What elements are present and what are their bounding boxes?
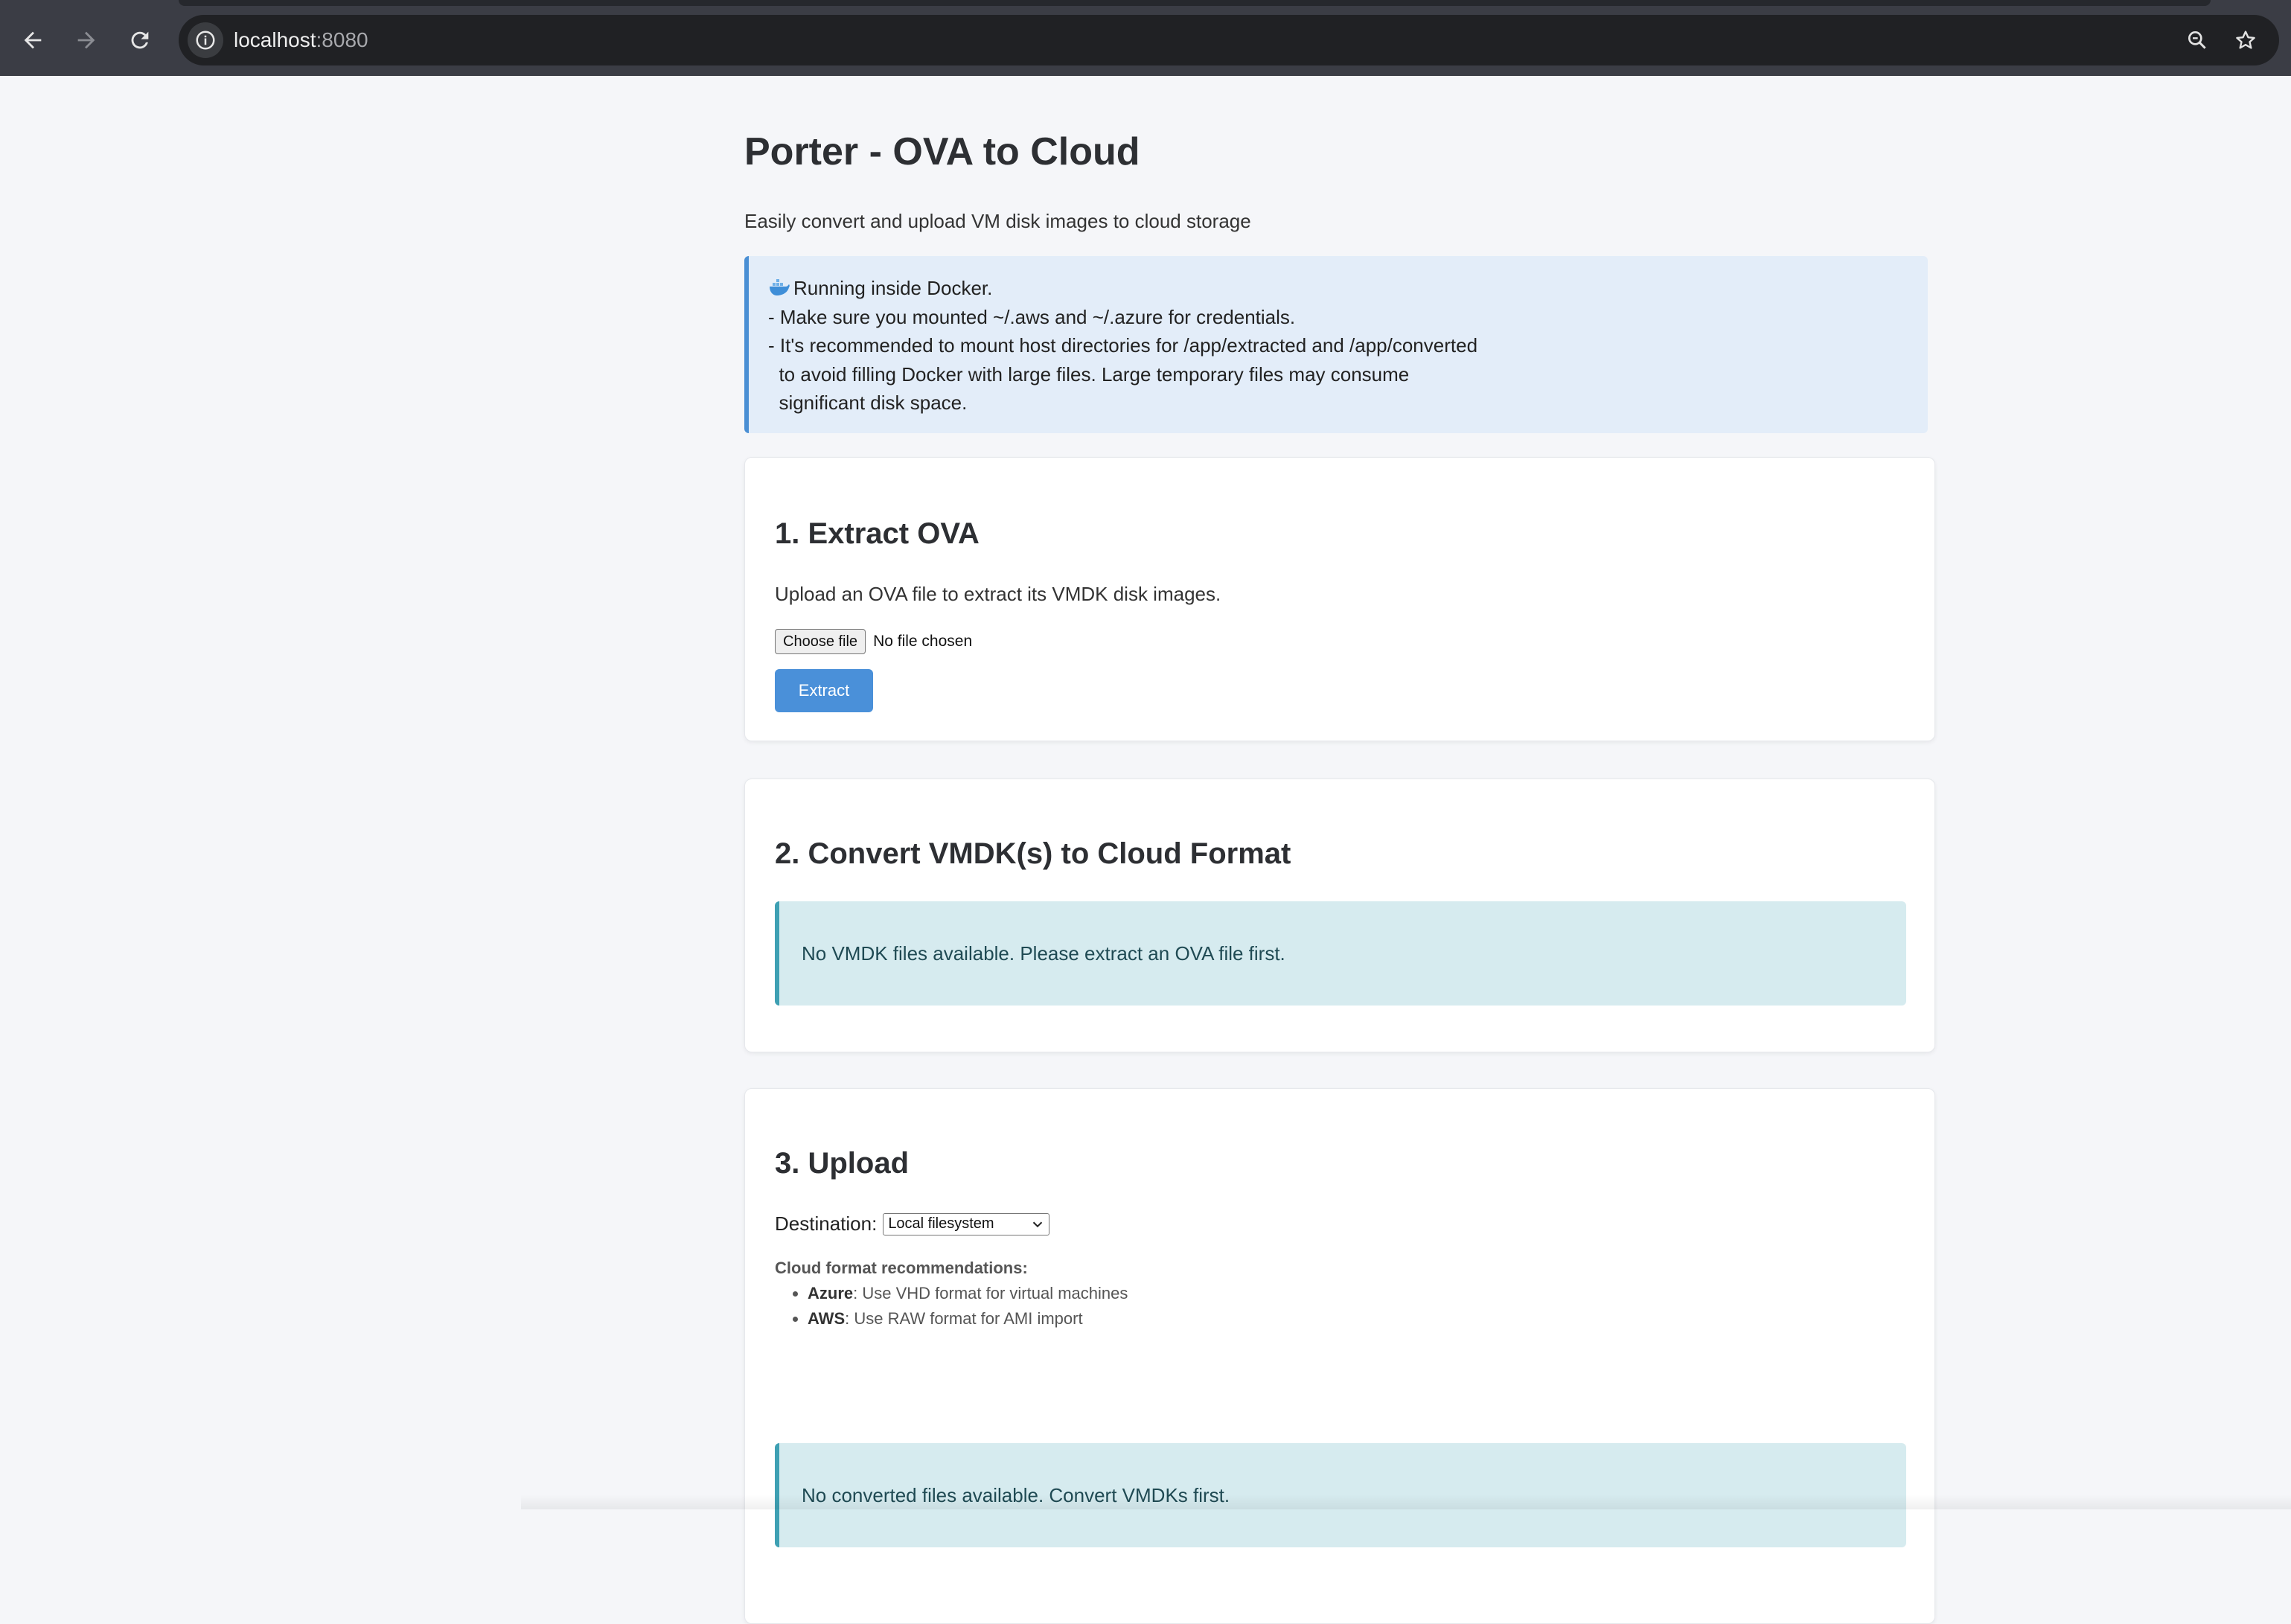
upload-heading: 3. Upload [775,1147,910,1180]
page-subtitle: Easily convert and upload VM disk images… [744,210,1251,232]
docker-note-line-3: - It's recommended to mount host directo… [768,334,1478,357]
extract-button[interactable]: Extract [775,669,873,712]
forward-button[interactable] [65,19,107,61]
docker-notice: Running inside Docker. - Make sure you m… [744,256,1928,433]
extract-card: 1. Extract OVA Upload an OVA file to ext… [744,457,1935,741]
reload-icon [131,31,149,49]
chevron-down-icon [1033,1221,1043,1227]
star-icon [2236,31,2255,49]
list-item: AWS: Use RAW format for AMI import [808,1306,1128,1332]
destination-label: Destination: [775,1212,878,1235]
bottom-edge-shadow [521,1494,2291,1509]
convert-card: 2. Convert VMDK(s) to Cloud Format No VM… [744,779,1935,1052]
docker-note-line-2: - Make sure you mounted ~/.aws and ~/.az… [768,305,1296,328]
extract-description: Upload an OVA file to extract its VMDK d… [775,583,1221,605]
docker-note-line-1: Running inside Docker. [768,274,1928,303]
url-host: localhost [234,28,316,51]
provider-name: AWS [808,1309,846,1328]
url-port: :8080 [316,28,368,51]
upload-card: 3. Upload Destination: Local filesystem … [744,1088,1935,1624]
list-item: Azure: Use VHD format for virtual machin… [808,1281,1128,1306]
info-icon [196,31,215,50]
back-button[interactable] [12,19,54,61]
reload-button[interactable] [119,19,161,61]
choose-file-button[interactable]: Choose file [775,629,866,654]
extract-heading: 1. Extract OVA [775,517,980,550]
provider-name: Azure [808,1284,854,1302]
recommendation-text: : Use RAW format for AMI import [845,1309,1083,1328]
arrow-right-icon [77,31,95,49]
recommendations-list: Azure: Use VHD format for virtual machin… [775,1281,1128,1332]
zoom-icon [2188,31,2206,49]
ova-file-input[interactable]: Choose file No file chosen [775,629,972,654]
tab-strip [179,0,2211,6]
file-status: No file chosen [873,633,973,650]
site-info-button[interactable] [188,22,223,58]
destination-select[interactable]: Local filesystem [883,1212,1050,1235]
docker-note-line-5: significant disk space. [768,391,968,414]
destination-row: Destination: Local filesystem [775,1212,1050,1235]
address-bar[interactable] [179,15,2279,65]
whale-icon [770,279,790,295]
docker-note-line-4: to avoid filling Docker with large files… [768,362,1410,386]
destination-selected-value: Local filesystem [888,1215,994,1232]
page-title: Porter - OVA to Cloud [744,130,1140,173]
arrow-left-icon [24,31,42,49]
recommendations-title: Cloud format recommendations: [775,1259,1028,1277]
docker-note-text-1: Running inside Docker. [793,277,993,299]
no-vmdk-alert: No VMDK files available. Please extract … [775,901,1906,1006]
bookmark-button[interactable] [2228,22,2263,58]
recommendation-text: : Use VHD format for virtual machines [853,1284,1128,1302]
zoom-button[interactable] [2179,22,2215,58]
url-text[interactable]: localhost:8080 [234,25,368,55]
convert-heading: 2. Convert VMDK(s) to Cloud Format [775,837,1291,870]
